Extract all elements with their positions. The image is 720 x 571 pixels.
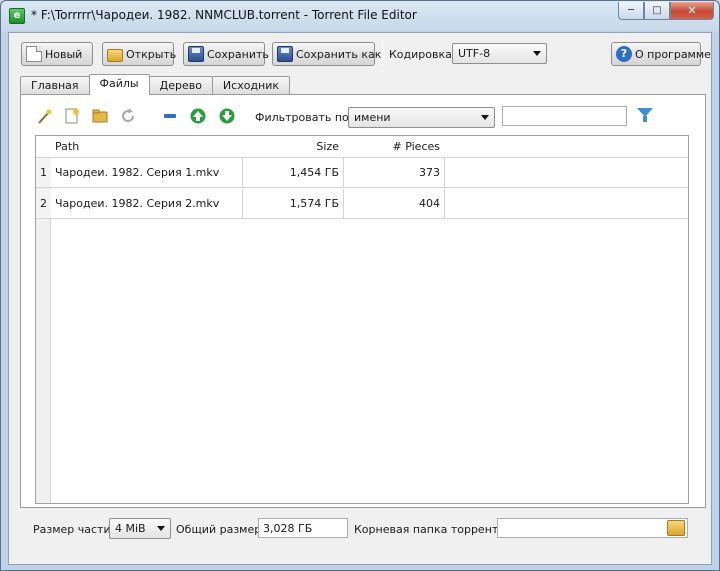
chevron-down-icon bbox=[157, 526, 165, 531]
total-size-field[interactable]: 3,028 ГБ bbox=[258, 518, 348, 538]
open-button-label: Открыть bbox=[126, 47, 177, 61]
piece-size-value: 4 MiB bbox=[115, 522, 146, 535]
chevron-down-icon bbox=[533, 51, 541, 56]
table-cell-size[interactable]: 1,454 ГБ bbox=[242, 158, 344, 188]
column-header-pieces[interactable]: # Pieces bbox=[343, 136, 445, 158]
encoding-select[interactable]: UTF-8 bbox=[452, 43, 547, 64]
remove-icon[interactable] bbox=[162, 108, 178, 124]
folder-open-icon bbox=[107, 48, 123, 62]
table-cell-path[interactable]: Чародеи. 1982. Серия 2.mkv bbox=[51, 189, 243, 219]
piece-size-label: Размер части bbox=[33, 523, 111, 536]
save-icon bbox=[188, 46, 204, 62]
filter-by-select[interactable]: имени bbox=[348, 107, 495, 128]
row-number[interactable]: 2 bbox=[36, 189, 51, 219]
save-as-button[interactable]: Сохранить как bbox=[272, 42, 381, 66]
save-button[interactable]: Сохранить bbox=[183, 42, 269, 66]
tab-tree[interactable]: Дерево bbox=[148, 76, 213, 95]
app-icon: e bbox=[9, 8, 25, 24]
corner-header bbox=[36, 136, 52, 158]
encoding-label: Кодировка bbox=[389, 48, 452, 61]
save-button-label: Сохранить bbox=[207, 47, 269, 61]
about-button-label: О программе bbox=[635, 47, 711, 61]
save-as-button-label: Сохранить как bbox=[296, 47, 382, 61]
root-folder-label: Корневая папка торрента bbox=[354, 523, 506, 536]
browse-folder-icon[interactable] bbox=[667, 520, 685, 536]
add-file-icon[interactable] bbox=[64, 108, 80, 124]
window-title: * F:\Torrrrr\Чародеи. 1982. NNMCLUB.torr… bbox=[31, 8, 417, 22]
piece-size-select[interactable]: 4 MiB bbox=[109, 518, 171, 539]
maximize-icon: □ bbox=[652, 5, 662, 16]
title-bar[interactable]: e * F:\Torrrrr\Чародеи. 1982. NNMCLUB.to… bbox=[1, 1, 719, 31]
table-cell-pieces[interactable]: 404 bbox=[343, 189, 445, 219]
total-size-label: Общий размер bbox=[176, 523, 262, 536]
encoding-value: UTF-8 bbox=[458, 47, 491, 60]
new-document-icon bbox=[26, 46, 42, 62]
tab-files[interactable]: Файлы bbox=[88, 74, 150, 95]
files-table[interactable]: Path Size # Pieces 1 Чародеи. 1982. Сери… bbox=[35, 135, 689, 504]
help-icon: ? bbox=[616, 46, 632, 62]
save-as-icon bbox=[277, 46, 293, 62]
table-cell-filler bbox=[444, 189, 688, 219]
panel-toolbar-separator-2 bbox=[247, 104, 248, 128]
main-window: e * F:\Torrrrr\Чародеи. 1982. NNMCLUB.to… bbox=[0, 0, 720, 571]
panel-toolbar-separator bbox=[147, 104, 148, 128]
table-cell-size[interactable]: 1,574 ГБ bbox=[242, 189, 344, 219]
filter-label: Фильтровать по bbox=[255, 111, 349, 124]
add-folder-icon[interactable] bbox=[92, 108, 108, 124]
minimize-button[interactable]: ─ bbox=[618, 2, 644, 20]
move-up-icon[interactable] bbox=[190, 108, 206, 124]
move-down-icon[interactable] bbox=[219, 108, 235, 124]
toolbar-separator bbox=[382, 42, 383, 66]
table-cell-pieces[interactable]: 373 bbox=[343, 158, 445, 188]
about-button[interactable]: ? О программе bbox=[611, 42, 711, 66]
magic-wand-icon[interactable] bbox=[37, 108, 53, 124]
table-cell-path[interactable]: Чародеи. 1982. Серия 1.mkv bbox=[51, 158, 243, 188]
chevron-down-icon bbox=[481, 115, 489, 120]
tab-main[interactable]: Главная bbox=[20, 76, 90, 95]
root-folder-field[interactable] bbox=[497, 518, 688, 538]
client-area: Новый Открыть Сохранить Сохранить как Ко… bbox=[8, 32, 712, 565]
column-header-path[interactable]: Path bbox=[51, 136, 243, 158]
refresh-icon[interactable] bbox=[120, 108, 136, 124]
maximize-button[interactable]: □ bbox=[644, 2, 670, 20]
column-header-filler bbox=[444, 136, 688, 158]
close-button[interactable]: ✕ bbox=[670, 2, 714, 20]
total-size-value: 3,028 ГБ bbox=[263, 522, 313, 535]
new-button[interactable]: Новый bbox=[21, 42, 93, 66]
column-header-size[interactable]: Size bbox=[242, 136, 344, 158]
new-button-label: Новый bbox=[45, 47, 83, 61]
minimize-icon: ─ bbox=[627, 5, 635, 16]
window-controls: ─ □ ✕ bbox=[618, 2, 714, 20]
table-cell-filler bbox=[444, 158, 688, 188]
filter-by-value: имени bbox=[354, 111, 391, 124]
close-icon: ✕ bbox=[687, 4, 697, 17]
filter-input[interactable] bbox=[502, 106, 627, 126]
open-button[interactable]: Открыть bbox=[102, 42, 177, 66]
row-number[interactable]: 1 bbox=[36, 158, 51, 188]
tab-bar: Главная Файлы Дерево Исходник bbox=[20, 74, 291, 95]
files-panel: Фильтровать по имени Path Size # Pieces … bbox=[20, 94, 706, 508]
tab-source[interactable]: Исходник bbox=[211, 76, 291, 95]
filter-icon-stem bbox=[643, 116, 647, 122]
